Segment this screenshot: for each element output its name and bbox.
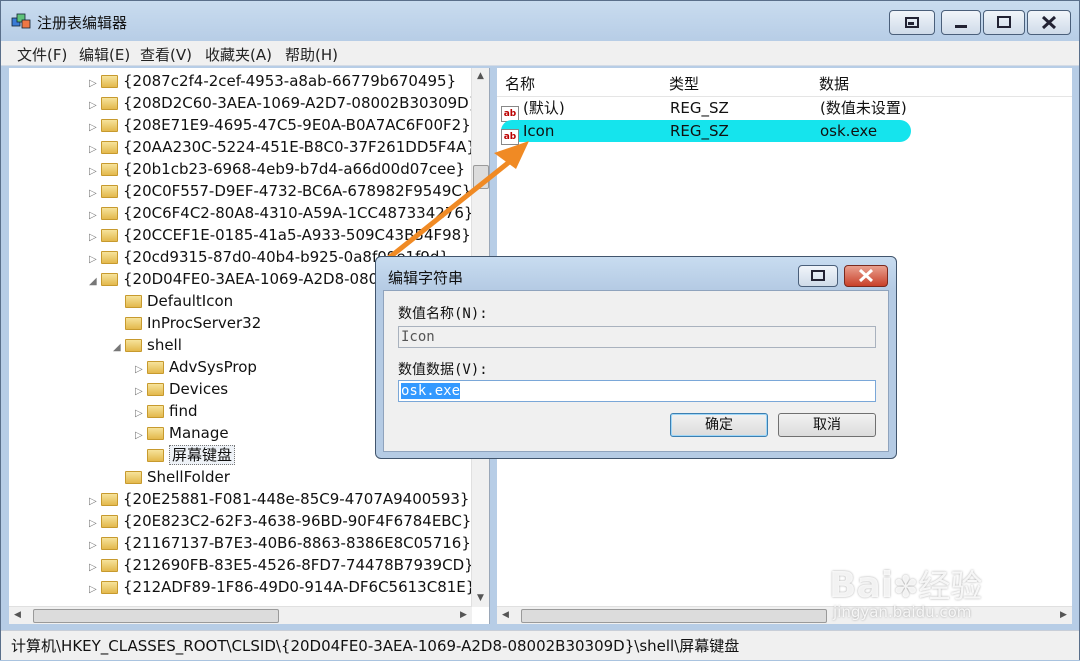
edit-string-dialog: 编辑字符串 数值名称(N): Icon 数值数据(V): osk.exe 确定 … bbox=[375, 256, 897, 459]
dialog-title: 编辑字符串 bbox=[388, 269, 464, 287]
watermark-brand-cn: 经验 bbox=[918, 567, 983, 605]
registry-editor-window: 注册表编辑器 文件(F) 编辑(E) 查看(V) 收藏夹(A) 帮助(H) ▷{… bbox=[0, 0, 1080, 660]
ok-button[interactable]: 确定 bbox=[670, 413, 768, 437]
value-name-label: 数值名称(N): bbox=[398, 306, 488, 322]
dialog-close-button[interactable] bbox=[844, 265, 888, 287]
restore-icon bbox=[811, 270, 825, 281]
dialog-body: 数值名称(N): Icon 数值数据(V): osk.exe 确定 取消 bbox=[383, 290, 889, 452]
close-icon bbox=[858, 268, 874, 283]
value-name-field: Icon bbox=[398, 326, 876, 348]
baidu-watermark: Bai✽经验 jingyan.baidu.com bbox=[829, 561, 982, 621]
watermark-url: jingyan.baidu.com bbox=[833, 603, 972, 621]
value-data-label: 数值数据(V): bbox=[398, 362, 488, 378]
dialog-restore-button[interactable] bbox=[798, 265, 838, 287]
watermark-brand: Bai bbox=[829, 565, 894, 606]
paw-icon: ✽ bbox=[893, 570, 919, 605]
cancel-button[interactable]: 取消 bbox=[778, 413, 876, 437]
value-data-input[interactable]: osk.exe bbox=[398, 380, 876, 402]
selected-text: osk.exe bbox=[401, 383, 461, 399]
